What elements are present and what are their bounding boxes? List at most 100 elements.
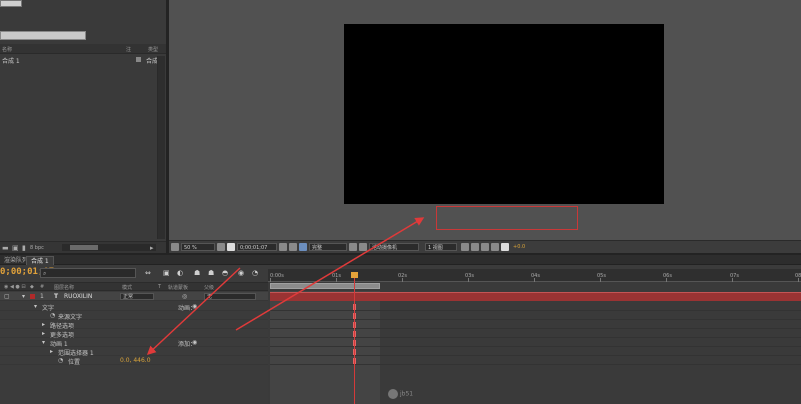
ruler-tick — [534, 278, 535, 282]
comp-mini-flowchart-icon[interactable]: ⇔ — [145, 269, 151, 277]
flowchart-icon[interactable] — [491, 243, 499, 251]
position-value[interactable]: 0.0, 446.0 — [120, 357, 151, 364]
work-area-bar[interactable] — [270, 283, 380, 289]
graph-editor-icon[interactable]: ◉ — [238, 269, 244, 277]
region-of-interest-icon[interactable] — [349, 243, 357, 251]
always-preview-icon[interactable] — [171, 243, 179, 251]
3d-view-dropdown[interactable]: 活动摄像机 — [369, 243, 419, 251]
graph-row-divider — [270, 328, 801, 329]
time-ruler[interactable]: 0:00s 01s 02s 03s 04s 05s 06s 07s 08s — [268, 269, 801, 282]
ruler-label: 04s — [531, 273, 540, 279]
animate-arrow-icon[interactable]: ◉ — [192, 303, 197, 310]
column-type[interactable]: 类型 — [148, 46, 158, 53]
parent-header[interactable]: 父级 — [204, 284, 214, 291]
track-matte-header[interactable]: 轨道蒙板 — [168, 284, 188, 291]
timeline-graph-area[interactable]: 0:00s 01s 02s 03s 04s 05s 06s 07s 08s — [268, 269, 801, 404]
channel-icon[interactable] — [299, 243, 307, 251]
project-vertical-scrollbar[interactable] — [157, 56, 165, 239]
hide-shy-layers-icon[interactable]: ☗ — [194, 269, 200, 277]
mask-visibility-icon[interactable] — [227, 243, 235, 251]
expand-toggle-icon[interactable]: ▸ — [42, 330, 45, 337]
folder-icon[interactable]: ▬ — [2, 244, 9, 252]
ruler-tick — [402, 278, 403, 282]
new-comp-icon[interactable]: ▣ — [12, 244, 19, 252]
layer-duration-bar[interactable] — [270, 292, 801, 301]
show-snapshot-icon[interactable] — [289, 243, 297, 251]
title-safe-icon[interactable] — [217, 243, 225, 251]
property-row-text[interactable]: ▾ 文字 动画： ◉ — [0, 302, 268, 312]
project-panel: 名称 注 类型 合成 1 合成 ⊞ ▬ ▣ ▮ 8 bpc ▸ — [0, 0, 166, 253]
scroll-right-icon[interactable]: ▸ — [150, 244, 154, 252]
timeline-column-headers: ◉ ◀ ● ⊟ ◆ # 图层名称 模式 T 轨道蒙板 父级 — [0, 282, 268, 291]
column-name[interactable]: 名称 — [2, 46, 12, 53]
ruler-tick — [468, 278, 469, 282]
fast-previews-icon[interactable] — [471, 243, 479, 251]
layer-row[interactable]: ▢ ▾ 1 T RUOXILIN 正常 ◎ 无 — [0, 292, 268, 301]
transparency-grid-icon[interactable] — [359, 243, 367, 251]
ruler-label: 0:00s — [270, 273, 284, 279]
current-time-indicator[interactable] — [354, 272, 355, 404]
graph-row-divider — [270, 346, 801, 347]
property-row-more-options[interactable]: ▸ 更多选项 — [0, 329, 268, 339]
layer-name-header[interactable]: 图层名称 — [54, 284, 74, 291]
view-layout-dropdown[interactable]: 1 视图 — [425, 243, 457, 251]
label-color-swatch[interactable] — [136, 57, 141, 62]
label-column-icon[interactable]: ◆ — [30, 284, 34, 290]
exposure-value[interactable]: +0.0 — [511, 243, 527, 251]
av-features-icon[interactable]: ◉ ◀ ● ⊟ — [4, 284, 26, 290]
tab-comp-1[interactable]: 合成 1 — [26, 256, 54, 265]
toggle-pixel-aspect-icon[interactable] — [461, 243, 469, 251]
label-color-swatch[interactable] — [30, 294, 35, 299]
expand-toggle-icon[interactable]: ▸ — [42, 321, 45, 328]
property-row-source-text[interactable]: ◔ 来源文字 — [0, 311, 268, 321]
snapshot-icon[interactable] — [279, 243, 287, 251]
number-column[interactable]: # — [40, 284, 44, 290]
motion-blur-icon[interactable]: ◓ — [222, 269, 228, 277]
property-row-range-selector[interactable]: ▸ 范围选择器 1 — [0, 347, 268, 357]
property-row-path-options[interactable]: ▸ 路径选项 — [0, 320, 268, 330]
ruler-tick — [336, 278, 337, 282]
timeline-icon[interactable] — [481, 243, 489, 251]
draft-3d-icon[interactable]: ◐ — [177, 269, 183, 277]
frame-blending-icon[interactable]: ☗ — [208, 269, 214, 277]
trash-icon[interactable]: ▮ — [22, 244, 26, 252]
resolution-dropdown[interactable]: 完整 — [309, 243, 347, 251]
column-comment[interactable]: 注 — [126, 46, 131, 53]
viewer-toolbar: 50 % 0;00;01;07 完整 活动摄像机 1 视图 +0.0 — [169, 240, 801, 253]
composition-canvas[interactable] — [344, 24, 664, 204]
current-time-display[interactable]: 0;00;01;07 — [237, 243, 277, 251]
live-update-icon[interactable]: ▣ — [163, 269, 170, 277]
graph-row-divider — [270, 310, 801, 311]
parent-pickwhip-icon[interactable]: ◎ — [182, 293, 187, 300]
property-row-position[interactable]: ◔ 位置 0.0, 446.0 — [0, 356, 268, 366]
mode-header[interactable]: 模式 — [122, 284, 132, 291]
stopwatch-icon[interactable]: ◔ — [50, 312, 55, 319]
t-header[interactable]: T — [158, 284, 161, 290]
stopwatch-icon[interactable]: ◔ — [58, 357, 63, 364]
work-area-shade — [270, 291, 380, 404]
project-search-input[interactable] — [0, 31, 86, 40]
magnification-dropdown[interactable]: 50 % — [181, 243, 215, 251]
project-scroll-thumb[interactable] — [70, 245, 98, 250]
watermark: jb51 — [388, 389, 413, 399]
layer-name[interactable]: RUOXILIN — [64, 293, 92, 300]
timeline-search-input[interactable]: ⌕ — [40, 268, 136, 278]
expand-toggle-icon[interactable]: ▸ — [50, 348, 53, 355]
bit-depth-button[interactable]: 8 bpc — [30, 245, 44, 251]
ruler-tick — [600, 278, 601, 282]
layer-number: 1 — [40, 293, 44, 300]
project-item-comp[interactable]: 合成 1 合成 ⊞ — [0, 55, 166, 65]
expand-toggle-icon[interactable]: ▾ — [22, 293, 25, 300]
expand-toggle-icon[interactable]: ▾ — [34, 303, 37, 310]
property-row-animator[interactable]: ▾ 动画 1 添加： ◉ — [0, 338, 268, 348]
expand-toggle-icon[interactable]: ▾ — [42, 339, 45, 346]
reset-exposure-icon[interactable] — [501, 243, 509, 251]
brainstorm-icon[interactable]: ◔ — [252, 269, 258, 277]
add-arrow-icon[interactable]: ◉ — [192, 339, 197, 346]
parent-dropdown[interactable]: 无 — [204, 293, 256, 300]
blend-mode-dropdown[interactable]: 正常 — [120, 293, 154, 300]
visibility-icon[interactable]: ▢ — [4, 293, 10, 300]
project-item-name: 合成 1 — [2, 58, 20, 65]
current-time-indicator-handle[interactable] — [351, 272, 358, 278]
ruler-label: 05s — [597, 273, 606, 279]
